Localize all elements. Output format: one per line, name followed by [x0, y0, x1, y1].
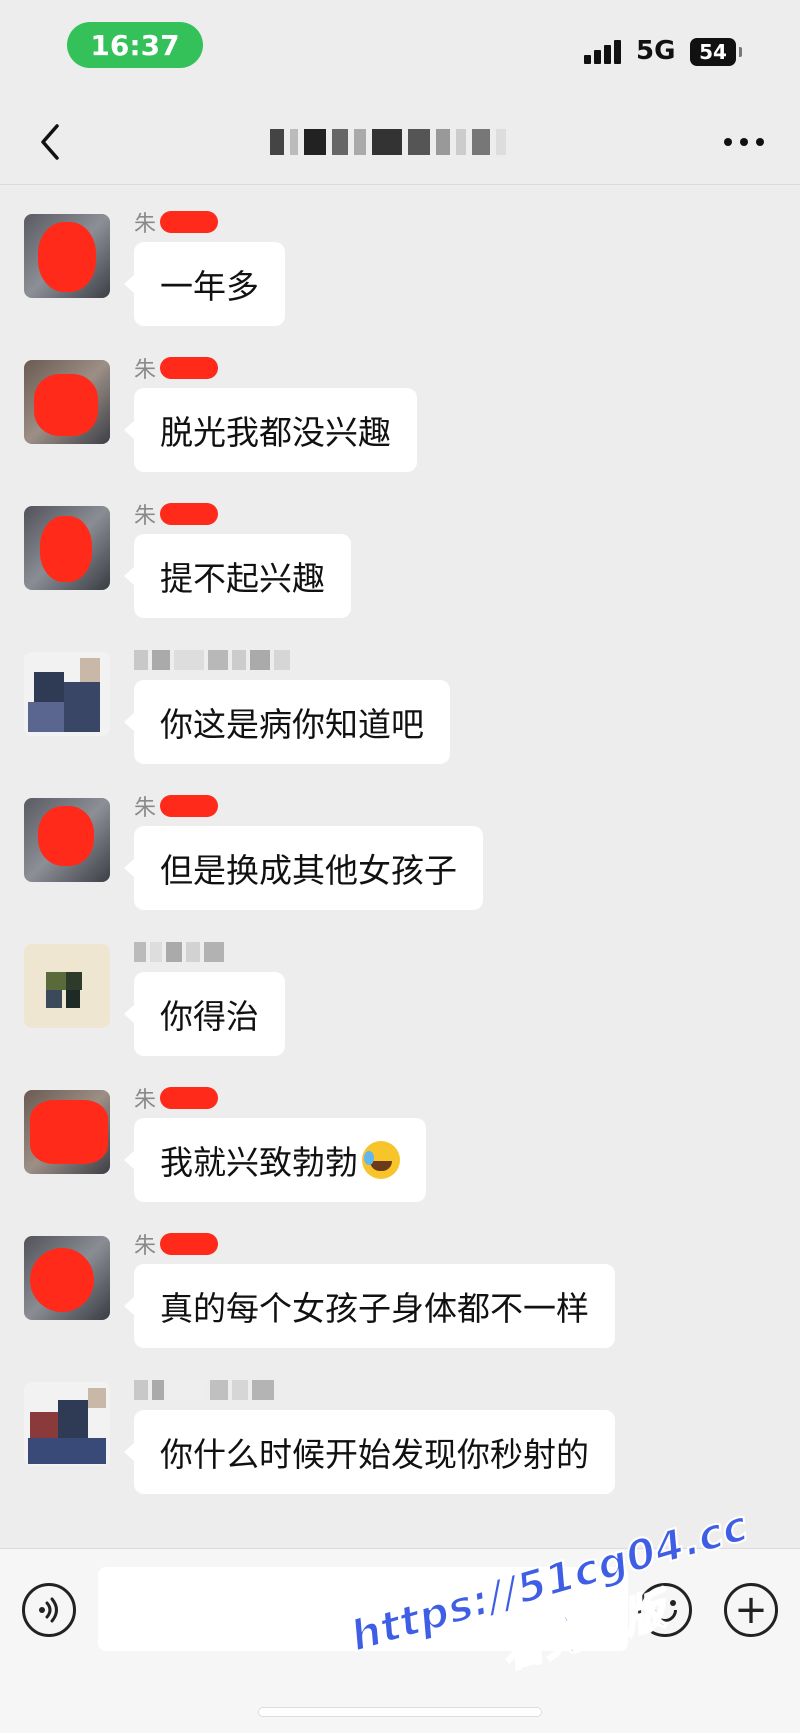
- message-bubble[interactable]: 一年多: [124, 242, 285, 326]
- header-divider: [0, 184, 800, 185]
- signal-strength-icon: [584, 40, 624, 64]
- message-item: 朱 脱光我都没兴趣: [0, 338, 800, 478]
- sender-name: 朱: [134, 796, 157, 821]
- sender-name-row: 朱: [134, 354, 219, 383]
- sender-name-row: 朱: [134, 500, 219, 529]
- sender-name-row: 朱: [134, 792, 219, 821]
- sender-name: 朱: [134, 212, 157, 237]
- emoji-icon: [653, 1610, 677, 1622]
- sender-name: 朱: [134, 358, 157, 383]
- message-bubble[interactable]: 你得治: [124, 972, 285, 1056]
- chat-header: [0, 100, 800, 185]
- message-bubble[interactable]: 我就兴致勃勃: [124, 1118, 426, 1202]
- sender-name: 朱: [134, 504, 157, 529]
- chevron-left-icon: [41, 124, 59, 160]
- message-bubble[interactable]: 真的每个女孩子身体都不一样: [124, 1264, 615, 1348]
- avatar[interactable]: [24, 798, 110, 882]
- input-bar: +: [0, 1548, 800, 1733]
- redaction-mark: [160, 211, 219, 233]
- message-item: 朱 一年多: [0, 192, 800, 332]
- ellipsis-icon: [724, 138, 764, 146]
- message-bubble[interactable]: 你这是病你知道吧: [124, 680, 450, 764]
- message-item: 你什么时候开始发现你秒射的: [0, 1360, 800, 1500]
- message-item: 你这是病你知道吧: [0, 630, 800, 770]
- plus-icon: +: [734, 1587, 768, 1633]
- emoji-button[interactable]: [638, 1583, 692, 1637]
- more-button[interactable]: [716, 120, 772, 164]
- message-item: 朱 但是换成其他女孩子: [0, 776, 800, 916]
- message-item: 朱 我就兴致勃勃: [0, 1068, 800, 1208]
- chat-title-pixelated: [270, 122, 580, 162]
- status-bar: 16:37 5G 54: [0, 0, 800, 100]
- avatar[interactable]: [24, 1090, 110, 1174]
- message-input[interactable]: [98, 1567, 628, 1651]
- redaction-mark: [160, 795, 219, 817]
- avatar[interactable]: [24, 214, 110, 298]
- message-bubble[interactable]: 你什么时候开始发现你秒射的: [124, 1410, 615, 1494]
- redaction-mark: [160, 1087, 219, 1109]
- avatar[interactable]: [24, 506, 110, 590]
- sender-name-pixelated: [134, 1376, 274, 1404]
- redaction-mark: [160, 503, 219, 525]
- back-button[interactable]: [22, 114, 78, 170]
- home-indicator[interactable]: [258, 1707, 542, 1717]
- sender-name-pixelated: [134, 646, 290, 674]
- message-bubble[interactable]: 脱光我都没兴趣: [124, 388, 417, 472]
- avatar[interactable]: [24, 944, 110, 1028]
- sender-name-row: 朱: [134, 1084, 219, 1113]
- redaction-mark: [160, 1233, 219, 1255]
- avatar[interactable]: [24, 652, 110, 736]
- plus-button[interactable]: +: [724, 1583, 778, 1637]
- sender-name: 朱: [134, 1088, 157, 1113]
- redaction-mark: [160, 357, 219, 379]
- avatar[interactable]: [24, 1236, 110, 1320]
- network-type: 5G: [636, 36, 676, 66]
- message-item: 朱 真的每个女孩子身体都不一样: [0, 1214, 800, 1354]
- voice-icon: [39, 1597, 58, 1623]
- avatar[interactable]: [24, 360, 110, 444]
- avatar[interactable]: [24, 1382, 110, 1466]
- message-bubble[interactable]: 但是换成其他女孩子: [124, 826, 483, 910]
- message-item: 你得治: [0, 922, 800, 1062]
- sender-name-pixelated: [134, 938, 224, 966]
- message-text: 我就兴致勃勃: [160, 1143, 358, 1182]
- sender-name: 朱: [134, 1234, 157, 1259]
- laughing-crying-emoji-icon: [362, 1141, 400, 1179]
- message-bubble[interactable]: 提不起兴趣: [124, 534, 351, 618]
- sender-name-row: 朱: [134, 208, 219, 237]
- voice-button[interactable]: [22, 1583, 76, 1637]
- message-item: 朱 提不起兴趣: [0, 484, 800, 624]
- battery-icon: 54: [690, 38, 742, 66]
- sender-name-row: 朱: [134, 1230, 219, 1259]
- status-time: 16:37: [67, 22, 203, 68]
